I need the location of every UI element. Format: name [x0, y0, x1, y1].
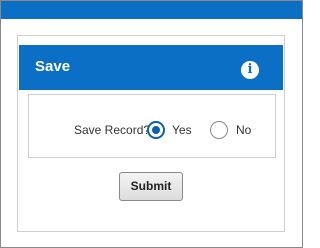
radio-no[interactable]	[210, 121, 228, 139]
radio-yes[interactable]	[147, 121, 165, 139]
save-record-label: Save Record?	[74, 123, 151, 137]
top-bar	[1, 1, 302, 19]
radio-yes-dot	[152, 126, 160, 134]
form-box: Save Record? Yes No	[28, 94, 276, 158]
radio-yes-label[interactable]: Yes	[172, 123, 192, 137]
info-icon[interactable]: i	[241, 61, 259, 79]
submit-button[interactable]: Submit	[119, 172, 183, 201]
save-panel: Save i Save Record? Yes No Submit	[17, 35, 285, 232]
radio-no-label[interactable]: No	[236, 123, 251, 137]
panel-title: Save	[35, 58, 71, 75]
panel-header: Save i	[19, 45, 283, 90]
